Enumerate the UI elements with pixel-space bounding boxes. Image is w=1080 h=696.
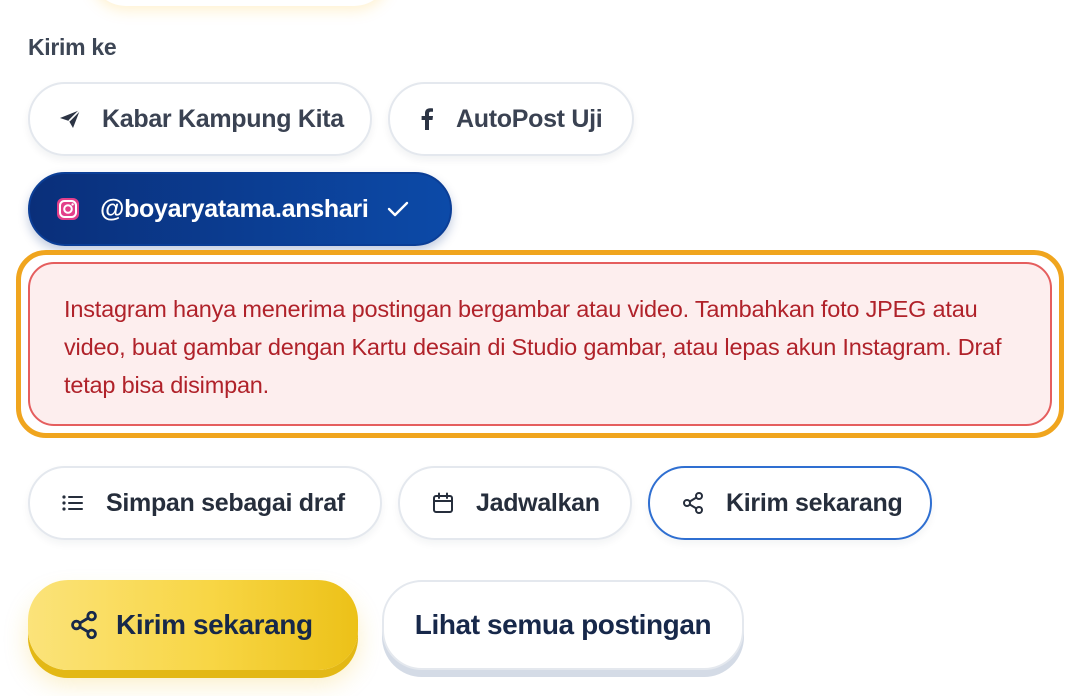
option-label: Simpan sebagai draf	[106, 488, 345, 517]
channel-chip-instagram[interactable]: @boyaryatama.anshari	[28, 172, 452, 246]
channel-name: Kabar Kampung Kita	[102, 104, 344, 133]
button-label: Kirim sekarang	[116, 609, 313, 640]
option-label: Jadwalkan	[476, 488, 600, 517]
channel-name: AutoPost Uji	[456, 104, 603, 133]
option-label: Kirim sekarang	[726, 488, 903, 517]
channel-chip-telegram[interactable]: Kabar Kampung Kita	[28, 82, 372, 156]
share-icon	[70, 611, 98, 639]
check-icon	[387, 200, 409, 218]
instagram-media-warning: Instagram hanya menerima postingan berga…	[28, 262, 1052, 426]
send-to-label: Kirim ke	[28, 34, 117, 60]
instagram-icon	[56, 197, 80, 221]
view-all-posts-button[interactable]: Lihat semua postingan	[382, 580, 744, 670]
button-label: Lihat semua postingan	[414, 609, 712, 640]
send-now-button[interactable]: Kirim sekarang	[28, 580, 358, 670]
telegram-icon	[58, 108, 82, 130]
channel-name: @boyaryatama.anshari	[100, 194, 369, 223]
facebook-icon	[420, 108, 434, 130]
channel-chip-facebook[interactable]: AutoPost Uji	[388, 82, 634, 156]
list-icon	[62, 494, 84, 512]
save-draft-option[interactable]: Simpan sebagai draf	[28, 466, 382, 540]
schedule-option[interactable]: Jadwalkan	[398, 466, 632, 540]
previous-section-edge	[90, 0, 390, 6]
send-now-option[interactable]: Kirim sekarang	[648, 466, 932, 540]
share-icon	[682, 492, 704, 514]
calendar-icon	[432, 492, 454, 514]
